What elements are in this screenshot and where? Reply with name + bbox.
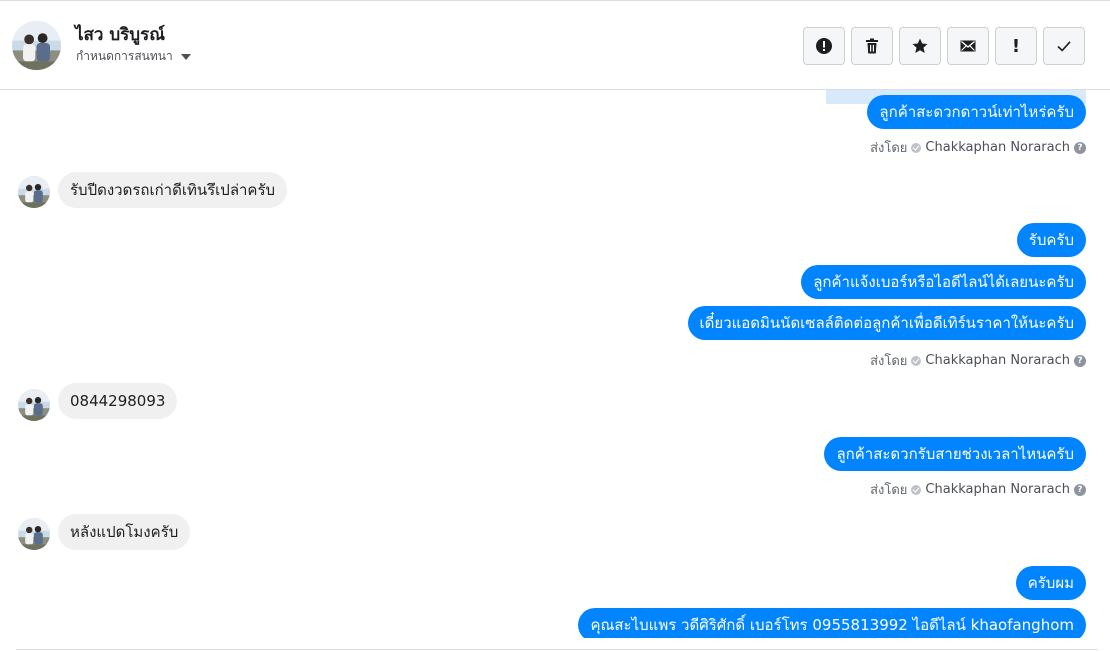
caret-down-icon: [180, 53, 191, 60]
delete-button[interactable]: [851, 27, 893, 65]
conversation-settings-label: กำหนดการสนทนา: [76, 49, 173, 63]
report-spam-icon: [816, 38, 832, 54]
help-icon[interactable]: ?: [1074, 141, 1086, 154]
message-thread[interactable]: ลูกค้าสะดวกดาวน์เท่าไหร่ครับ ส่งโดย Chak…: [0, 90, 1110, 638]
sender-avatar[interactable]: [18, 518, 50, 550]
checkmark-icon: [1057, 41, 1071, 52]
mark-done-button[interactable]: [1043, 27, 1085, 65]
outgoing-message[interactable]: ลูกค้าสะดวกรับสายช่วงเวลาไหนครับ: [824, 437, 1086, 471]
star-icon: [912, 38, 928, 53]
outgoing-message[interactable]: ลูกค้าแจ้งเบอร์หรือไอดีไลน์ได้เลยนะครับ: [801, 265, 1086, 299]
sender-avatar[interactable]: [18, 176, 50, 208]
star-button[interactable]: [899, 27, 941, 65]
verified-check-icon: [911, 142, 922, 153]
outgoing-message[interactable]: รับครับ: [1016, 223, 1086, 257]
outgoing-message[interactable]: คุณสะไบแพร วดีศิริศักดิ์ เบอร์โทร 095581…: [578, 608, 1086, 638]
mark-unread-button[interactable]: [947, 27, 989, 65]
trash-icon: [866, 38, 878, 54]
sent-by-label: ส่งโดย Chakkaphan Norarach ?: [870, 350, 1086, 371]
incoming-message[interactable]: 0844298093: [58, 383, 178, 419]
contact-avatar[interactable]: [12, 21, 61, 70]
outgoing-message[interactable]: ลูกค้าสะดวกดาวน์เท่าไหร่ครับ: [867, 95, 1086, 129]
help-icon[interactable]: ?: [1074, 354, 1086, 367]
report-spam-button[interactable]: [803, 27, 845, 65]
outgoing-message[interactable]: เดี๋ยวแอดมินนัดเซลล์ติดต่อลูกค้าเพื่อดีเ…: [687, 306, 1086, 340]
sent-by-label: ส่งโดย Chakkaphan Norarach ?: [870, 479, 1086, 500]
sent-by-label: ส่งโดย Chakkaphan Norarach ?: [870, 137, 1086, 158]
verified-check-icon: [911, 355, 922, 366]
conversation-header: ไสว บริบูรณ์ กำหนดการสนทนา !: [0, 0, 1110, 90]
exclamation-icon: !: [1011, 35, 1021, 57]
sent-by-prefix: ส่งโดย: [870, 141, 908, 156]
header-actions: !: [803, 27, 1085, 65]
incoming-message[interactable]: รับปีดงวดรถเก่าดีเทินรึเปล่าครับ: [58, 172, 288, 208]
sent-by-author[interactable]: Chakkaphan Norarach: [925, 353, 1070, 368]
incoming-message[interactable]: หลังแปดโมงครับ: [58, 514, 191, 550]
sent-by-prefix: ส่งโดย: [870, 354, 908, 369]
outgoing-message[interactable]: ครับผม: [1015, 566, 1086, 600]
envelope-icon: [960, 40, 976, 52]
sent-by-author[interactable]: Chakkaphan Norarach: [925, 482, 1070, 497]
verified-check-icon: [911, 484, 922, 495]
sent-by-author[interactable]: Chakkaphan Norarach: [925, 140, 1070, 155]
sender-avatar[interactable]: [18, 389, 50, 421]
important-button[interactable]: !: [995, 27, 1037, 65]
composer-divider: [16, 649, 1098, 650]
contact-name[interactable]: ไสว บริบูรณ์: [75, 21, 165, 48]
sent-by-prefix: ส่งโดย: [870, 483, 908, 498]
conversation-settings-dropdown[interactable]: กำหนดการสนทนา: [76, 47, 191, 66]
help-icon[interactable]: ?: [1074, 483, 1086, 496]
